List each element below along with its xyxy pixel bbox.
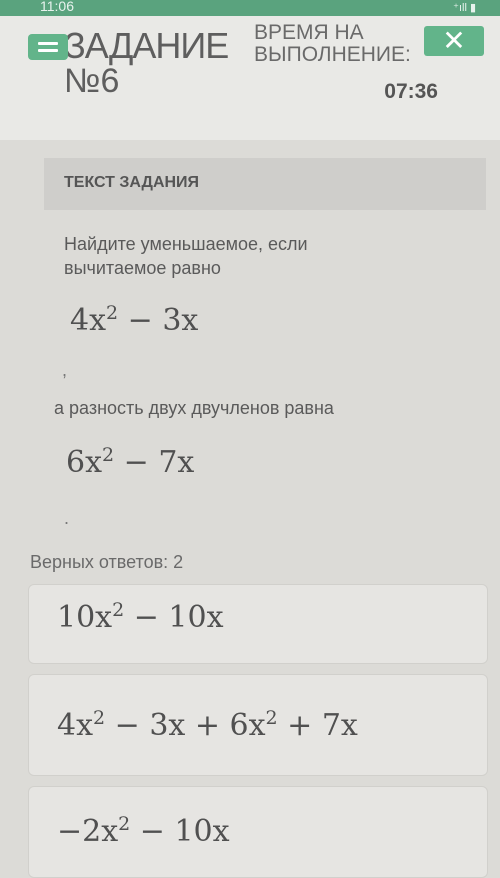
expression-subtrahend: 4x2 − 3x [70, 302, 199, 338]
hamburger-icon-bar [38, 49, 58, 52]
answer-expression: 4x2 − 3x + 6x2 + 7x [57, 707, 358, 743]
task-text-line2: вычитаемое равно [64, 258, 221, 278]
answer-option[interactable]: −2x2 − 10x [28, 786, 488, 878]
task-text-line1: Найдите уменьшаемое, если [64, 234, 308, 254]
header: ЗАДАНИЕ №6 ВРЕМЯ НА ВЫПОЛНЕНИЕ: 07:36 ✕ [0, 16, 500, 140]
task-text-header: ТЕКСТ ЗАДАНИЯ [44, 158, 486, 210]
timer: 07:36 [384, 80, 438, 103]
answers-count-label: Верных ответов: 2 [30, 552, 184, 572]
signal-icon: ⁺ıll ▮ [453, 2, 476, 14]
answer-expression: −2x2 − 10x [57, 813, 230, 849]
hamburger-icon-bar [38, 42, 58, 45]
time-label-line1: ВРЕМЯ НА [254, 21, 364, 44]
task-text: Найдите уменьшаемое, если вычитаемое рав… [64, 232, 308, 280]
comma: , [62, 360, 68, 380]
period: . [64, 508, 70, 528]
menu-button[interactable] [28, 34, 68, 60]
status-bar: 11:06 ⁺ıll ▮ [0, 0, 500, 16]
answer-option[interactable]: 10x2 − 10x [28, 584, 488, 664]
expression-difference: 6x2 − 7x [66, 444, 195, 480]
section-label: ТЕКСТ ЗАДАНИЯ [64, 174, 200, 191]
close-button[interactable]: ✕ [424, 26, 484, 56]
task-number: №6 [64, 62, 120, 100]
task-text-line3: а разность двух двучленов равна [54, 398, 334, 418]
time-label: ВРЕМЯ НА ВЫПОЛНЕНИЕ: [254, 22, 411, 66]
answer-expression: 10x2 − 10x [57, 599, 224, 635]
time-label-line2: ВЫПОЛНЕНИЕ: [254, 43, 411, 66]
status-time: 11:06 [40, 0, 74, 14]
task-title: ЗАДАНИЕ [64, 25, 229, 66]
answer-option[interactable]: 4x2 − 3x + 6x2 + 7x [28, 674, 488, 776]
